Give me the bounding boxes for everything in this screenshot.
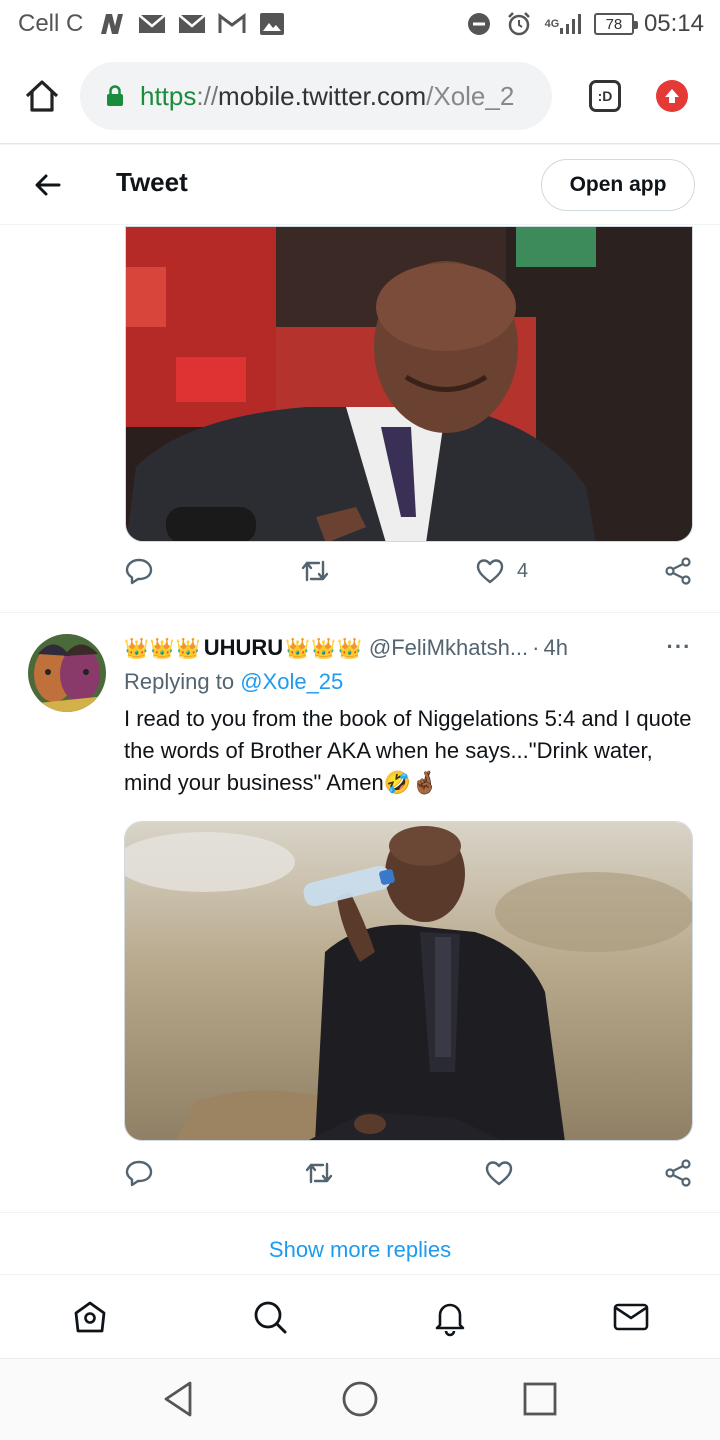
url-path: /Xole_2 xyxy=(426,81,514,112)
messages-icon[interactable] xyxy=(611,1297,651,1337)
crown-emojis: 👑👑👑 xyxy=(124,636,202,661)
image-icon xyxy=(257,10,287,38)
update-icon[interactable] xyxy=(656,80,688,112)
url-separator: :// xyxy=(196,81,218,112)
status-bar: Cell C 4G 78 05:14 xyxy=(0,0,720,48)
reply-icon[interactable] xyxy=(124,556,154,586)
gmail-icon xyxy=(217,10,247,38)
mail-icon xyxy=(137,10,167,38)
network-type: 4G xyxy=(545,19,560,29)
photo-man-drinking-water xyxy=(125,822,693,1141)
more-options-icon[interactable]: ··· xyxy=(664,632,694,662)
tweet-header: Tweet Open app xyxy=(0,145,720,225)
back-arrow-icon[interactable] xyxy=(32,169,64,201)
system-navigation xyxy=(0,1358,720,1440)
clock: 05:14 xyxy=(644,10,704,38)
lock-icon xyxy=(106,85,124,107)
retweet-icon[interactable] xyxy=(303,1158,335,1188)
user-handle[interactable]: @FeliMkhatsh... xyxy=(369,635,528,661)
url-host: mobile.twitter.com xyxy=(218,81,426,112)
replying-to: Replying to @Xole_25 xyxy=(124,669,343,695)
url-scheme: https xyxy=(140,81,196,112)
open-app-button[interactable]: Open app xyxy=(541,159,695,211)
tweet-photo[interactable] xyxy=(124,821,693,1141)
like-icon[interactable] xyxy=(484,1158,514,1188)
divider xyxy=(0,1212,720,1213)
browser-toolbar: https://mobile.twitter.com/Xole_2 :D xyxy=(0,48,720,144)
display-name[interactable]: UHURU xyxy=(204,635,283,661)
tab-switcher-button[interactable]: :D xyxy=(589,80,621,112)
dnd-icon xyxy=(464,10,494,38)
n-icon xyxy=(97,10,127,38)
share-icon[interactable] xyxy=(663,1158,693,1188)
carrier-label: Cell C xyxy=(18,10,83,38)
url-bar[interactable]: https://mobile.twitter.com/Xole_2 xyxy=(80,62,552,130)
tweet-author-line: 👑👑👑 UHURU 👑👑👑 @FeliMkhatsh... · 4h xyxy=(124,632,704,664)
tweet-actions xyxy=(0,1158,720,1198)
like-icon[interactable]: 4 xyxy=(475,556,528,586)
tweet-actions: 4 xyxy=(0,556,720,596)
page-title: Tweet xyxy=(116,167,188,198)
tweet-time[interactable]: 4h xyxy=(543,635,567,661)
browser-home-icon[interactable] xyxy=(22,76,62,116)
crown-emojis: 👑👑👑 xyxy=(285,636,363,661)
tweet-text: I read to you from the book of Niggelati… xyxy=(124,703,704,799)
signal-icon: 4G xyxy=(544,10,584,38)
replying-prefix: Replying to xyxy=(124,669,234,694)
divider xyxy=(0,612,720,613)
battery-level: 78 xyxy=(606,16,623,33)
back-icon[interactable] xyxy=(160,1379,200,1419)
home-circle-icon[interactable] xyxy=(340,1379,380,1419)
share-icon[interactable] xyxy=(663,556,693,586)
like-count: 4 xyxy=(517,560,528,583)
notifications-icon[interactable] xyxy=(430,1297,470,1337)
search-icon[interactable] xyxy=(250,1297,290,1337)
retweet-icon[interactable] xyxy=(299,556,331,586)
mail-icon xyxy=(177,10,207,38)
home-icon[interactable] xyxy=(70,1297,110,1337)
recents-icon[interactable] xyxy=(520,1379,560,1419)
bottom-navigation xyxy=(0,1274,720,1358)
alarm-icon xyxy=(504,10,534,38)
photo-man-at-press-conference xyxy=(126,227,693,542)
battery-icon: 78 xyxy=(594,13,634,35)
reply-icon[interactable] xyxy=(124,1158,154,1188)
separator-dot: · xyxy=(532,635,539,661)
mention-link[interactable]: @Xole_25 xyxy=(240,669,343,694)
avatar[interactable] xyxy=(28,634,106,712)
tweet-photo[interactable] xyxy=(125,226,693,542)
